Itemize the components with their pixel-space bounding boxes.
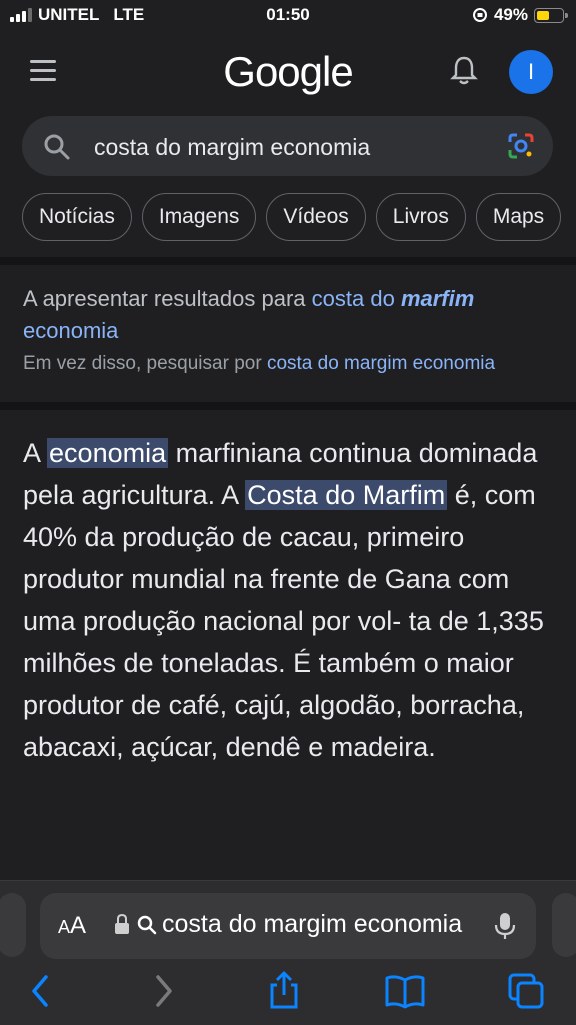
back-icon[interactable] bbox=[26, 971, 54, 1011]
account-avatar[interactable]: I bbox=[509, 50, 553, 94]
search-instead-label: Em vez disso, pesquisar por bbox=[23, 353, 262, 374]
search-icon bbox=[44, 134, 70, 160]
status-bar: UNITEL LTE 01:50 49% bbox=[0, 0, 576, 32]
previous-tab-peek[interactable] bbox=[0, 893, 26, 957]
forward-icon[interactable] bbox=[150, 971, 178, 1011]
microphone-icon[interactable] bbox=[494, 911, 516, 941]
browser-bottom-bar: AA costa do margim economia bbox=[0, 880, 576, 1025]
highlight-term: economia bbox=[47, 438, 169, 468]
tabs-icon[interactable] bbox=[506, 971, 546, 1011]
showing-results-label: A apresentar resultados para bbox=[23, 286, 306, 311]
spelling-correction: A apresentar resultados para costa do ma… bbox=[23, 283, 558, 375]
search-icon bbox=[137, 915, 157, 935]
battery-icon bbox=[534, 7, 568, 23]
share-icon[interactable] bbox=[266, 971, 302, 1011]
featured-snippet: A economia marfiniana continua dominada … bbox=[23, 438, 544, 762]
chip-maps[interactable]: Maps bbox=[475, 193, 562, 241]
original-query-link[interactable]: costa do margim economia bbox=[267, 353, 495, 374]
divider bbox=[0, 257, 576, 265]
reader-aa-button[interactable]: AA bbox=[58, 912, 86, 940]
highlight-term: Costa do Marfim bbox=[245, 480, 448, 510]
divider bbox=[0, 402, 576, 410]
google-header: Google I bbox=[0, 40, 576, 104]
orientation-lock-icon bbox=[472, 8, 487, 22]
chip-news[interactable]: Notícias bbox=[22, 193, 132, 241]
chip-videos[interactable]: Vídeos bbox=[266, 193, 366, 241]
browser-toolbar bbox=[0, 971, 576, 1017]
google-logo[interactable]: Google bbox=[0, 48, 576, 96]
bell-icon[interactable] bbox=[449, 54, 479, 86]
next-tab-peek[interactable] bbox=[552, 893, 576, 957]
lock-icon bbox=[115, 913, 129, 934]
battery-percent: 49% bbox=[493, 5, 528, 24]
search-query[interactable]: costa do margim economia bbox=[94, 134, 370, 161]
chip-books[interactable]: Livros bbox=[375, 193, 466, 241]
status-right: 49% bbox=[472, 5, 568, 25]
google-lens-icon[interactable] bbox=[507, 132, 535, 160]
search-box[interactable]: costa do margim economia bbox=[22, 116, 553, 176]
bookmarks-icon[interactable] bbox=[384, 971, 426, 1011]
address-bar[interactable]: AA costa do margim economia bbox=[40, 893, 536, 959]
search-filter-chips: Notícias Imagens Vídeos Livros Maps bbox=[22, 193, 576, 243]
url-text[interactable]: costa do margim economia bbox=[162, 910, 482, 939]
chip-images[interactable]: Imagens bbox=[141, 193, 257, 241]
